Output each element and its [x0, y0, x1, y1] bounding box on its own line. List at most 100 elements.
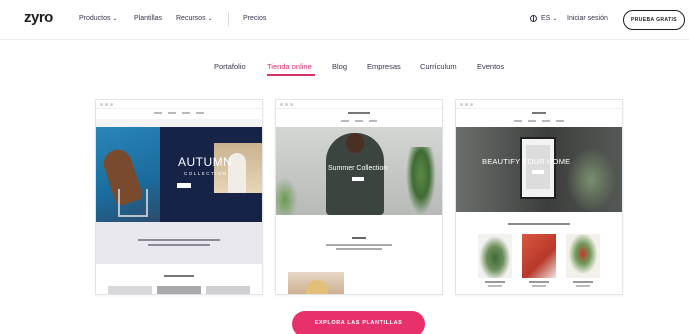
language-label: ES	[541, 15, 551, 22]
template-nav-link	[528, 120, 536, 122]
template-nav-link	[556, 120, 564, 122]
top-nav: zyro Productos ⌄ Plantillas Recursos ⌄ P…	[0, 0, 689, 40]
template-nav	[96, 109, 262, 117]
nav-recursos-label: Recursos	[176, 15, 206, 22]
product-thumb	[108, 286, 152, 294]
template-nav-link	[196, 112, 204, 114]
nav-recursos[interactable]: Recursos ⌄	[176, 15, 213, 22]
window-dot	[280, 102, 283, 106]
tab-empresas[interactable]: Empresas	[367, 62, 401, 71]
window-dot	[290, 102, 293, 106]
plant-shape	[276, 177, 298, 215]
template-logo-line	[532, 112, 546, 114]
nav-precios[interactable]: Precios	[243, 15, 266, 22]
text-line	[326, 244, 392, 246]
window-dot	[105, 102, 108, 106]
window-dot	[100, 102, 103, 106]
nav-divider	[228, 12, 229, 26]
art-print	[526, 145, 550, 189]
nav-productos[interactable]: Productos ⌄	[79, 15, 118, 22]
text-line	[336, 248, 382, 250]
browser-chrome	[456, 100, 622, 109]
product-thumb	[206, 286, 250, 294]
chevron-down-icon: ⌄	[552, 16, 558, 22]
zyro-logo[interactable]: zyro	[24, 9, 53, 26]
product-photo	[288, 272, 344, 294]
template-logo-line	[348, 112, 370, 114]
active-tab-underline	[267, 74, 315, 76]
template-hero: Summer Collection	[276, 127, 442, 215]
product-print	[478, 234, 512, 278]
chair-shape	[118, 189, 148, 217]
tab-eventos[interactable]: Eventos	[477, 62, 504, 71]
window-dot	[460, 102, 463, 106]
template-announcement-bar	[96, 119, 262, 127]
hero-button	[532, 170, 544, 174]
tab-blog[interactable]: Blog	[332, 62, 347, 71]
hero-button	[177, 183, 191, 188]
tab-curriculum[interactable]: Currículum	[420, 62, 457, 71]
hero-headline: Summer Collection	[328, 165, 388, 172]
plant-shape	[566, 147, 616, 212]
product-print	[522, 234, 556, 278]
template-nav-link	[542, 120, 550, 122]
login-label: Iniciar sesión	[567, 15, 608, 22]
product-thumb	[157, 286, 201, 294]
chevron-down-icon: ⌄	[112, 16, 118, 22]
template-nav-link	[355, 120, 363, 122]
nav-plantillas-label: Plantillas	[134, 15, 163, 22]
product-price	[576, 285, 590, 287]
text-line	[148, 244, 210, 246]
nav-precios-label: Precios	[243, 15, 267, 22]
template-nav-link	[341, 120, 349, 122]
product-caption	[573, 281, 593, 283]
template-card-home[interactable]: BEAUTIFY YOUR HOME	[455, 99, 623, 295]
section-title-line	[164, 275, 194, 277]
product-price	[488, 285, 502, 287]
product-print	[566, 234, 600, 278]
category-tabs: Portafolio Tienda online Blog Empresas C…	[0, 62, 689, 78]
browser-chrome	[96, 100, 262, 109]
template-card-autumn[interactable]: AUTUMN COLLECTION	[95, 99, 263, 295]
window-dot	[465, 102, 468, 106]
login-link[interactable]: Iniciar sesión	[567, 15, 608, 22]
section-title-line	[508, 223, 570, 225]
hero-button	[352, 177, 364, 181]
model-head	[346, 133, 364, 153]
template-nav-link	[154, 112, 162, 114]
tab-portafolio[interactable]: Portafolio	[214, 62, 246, 71]
browser-chrome	[276, 100, 442, 109]
section-title-line	[352, 237, 366, 239]
nav-productos-label: Productos	[79, 15, 111, 22]
window-dot	[470, 102, 473, 106]
explore-templates-button[interactable]: EXPLORA LAS PLANTILLAS	[292, 311, 425, 334]
window-dot	[285, 102, 288, 106]
template-hero: AUTUMN COLLECTION	[96, 127, 262, 222]
hero-headline: BEAUTIFY YOUR HOME	[482, 157, 571, 166]
template-nav	[456, 117, 622, 125]
template-hero: BEAUTIFY YOUR HOME	[456, 127, 622, 212]
product-price	[532, 285, 546, 287]
chevron-down-icon: ⌄	[207, 16, 213, 22]
hero-photo-left	[96, 127, 160, 222]
free-trial-button[interactable]: PRUEBA GRATIS	[623, 10, 685, 30]
text-line	[138, 239, 220, 241]
window-dot	[110, 102, 113, 106]
template-text-band	[96, 222, 262, 264]
template-nav-link	[369, 120, 377, 122]
language-selector[interactable]: ES ⌄	[530, 15, 557, 22]
template-card-summer[interactable]: Summer Collection	[275, 99, 443, 295]
hero-headline: AUTUMN	[178, 155, 233, 169]
template-nav-link	[182, 112, 190, 114]
template-nav-link	[514, 120, 522, 122]
product-caption	[529, 281, 549, 283]
model-figure	[306, 280, 328, 294]
nav-plantillas[interactable]: Plantillas	[134, 15, 162, 22]
template-nav-link	[168, 112, 176, 114]
plant-shape	[406, 147, 436, 215]
template-nav	[276, 117, 442, 125]
product-caption	[485, 281, 505, 283]
hero-subline: COLLECTION	[184, 171, 228, 176]
globe-icon	[530, 15, 537, 22]
tab-tienda-online[interactable]: Tienda online	[267, 62, 312, 71]
